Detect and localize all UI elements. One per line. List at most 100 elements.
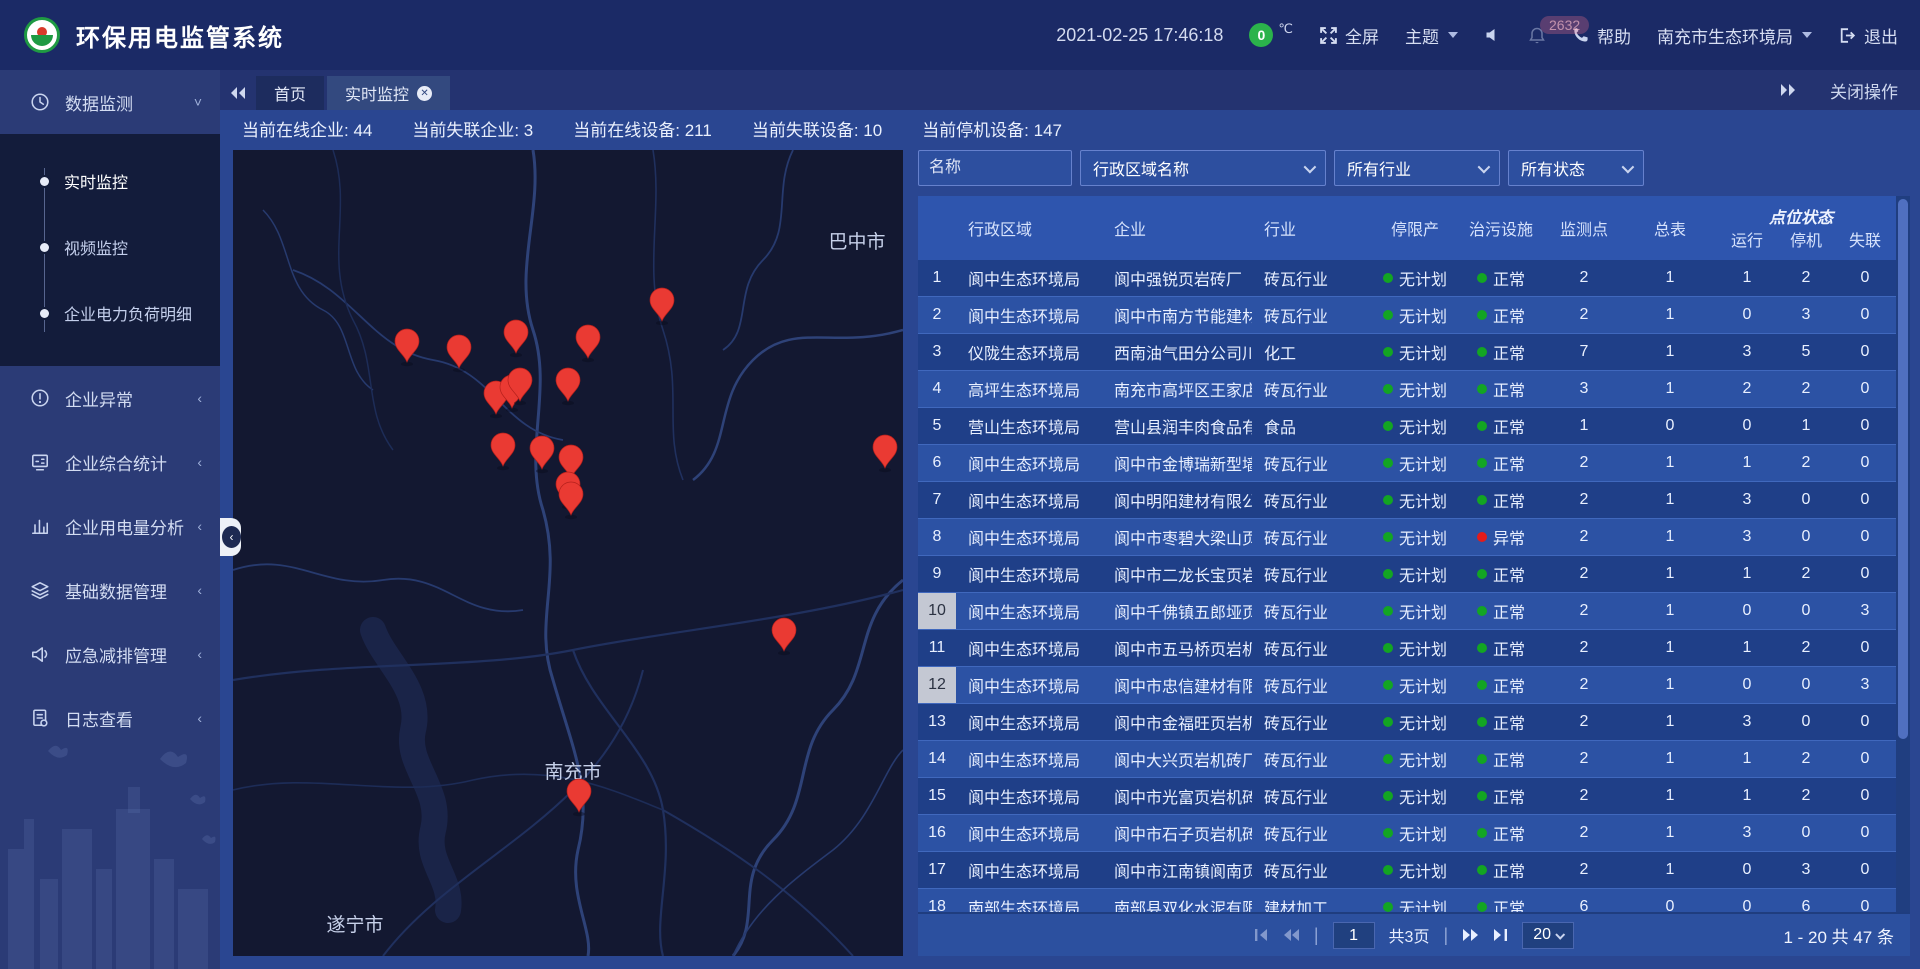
table-row[interactable]: 4高坪生态环境局南充市高坪区王家店建砖瓦行业无计划正常31220	[918, 371, 1896, 408]
sidebar-subitem[interactable]: 企业电力负荷明细	[0, 280, 220, 346]
map-pin-icon[interactable]	[395, 329, 419, 362]
cell-limit: 无计划	[1372, 630, 1458, 666]
map-pin-icon[interactable]	[504, 320, 528, 353]
table-row[interactable]: 8阆中生态环境局阆中市枣碧大梁山页岩砖瓦行业无计划异常21300	[918, 519, 1896, 556]
last-page-button[interactable]	[1493, 928, 1508, 942]
map-pin-icon[interactable]	[576, 325, 600, 358]
tabs-scroll-left-button[interactable]	[220, 76, 256, 110]
cell-limit: 无计划	[1372, 556, 1458, 592]
tab-close-icon[interactable]: ✕	[417, 86, 432, 101]
status-dot-icon	[1477, 828, 1487, 838]
cell-facility: 正常	[1458, 445, 1544, 481]
first-page-button[interactable]	[1254, 928, 1269, 942]
map-pin-icon[interactable]	[873, 435, 897, 468]
map-pin-icon[interactable]	[491, 433, 515, 466]
theme-menu[interactable]: 主题	[1405, 23, 1458, 48]
table-row[interactable]: 2阆中生态环境局阆中市南方节能建材有砖瓦行业无计划正常21030	[918, 297, 1896, 334]
chevron-left-icon: ‹	[197, 454, 202, 470]
cell-stop: 2	[1778, 630, 1834, 666]
status-dot-icon	[1477, 347, 1487, 357]
table-row[interactable]: 6阆中生态环境局阆中市金博瑞新型墙材砖瓦行业无计划正常21120	[918, 445, 1896, 482]
speaker-icon	[1484, 26, 1502, 44]
cell-facility: 正常	[1458, 297, 1544, 333]
sidebar-item-4[interactable]: 企业用电量分析‹	[0, 494, 220, 558]
stat-item: 当前失联设备: 10	[752, 116, 882, 141]
region-filter-select[interactable]: 行政区域名称	[1080, 150, 1326, 186]
cell-run: 0	[1716, 889, 1778, 912]
stat-item: 当前在线设备: 211	[573, 116, 712, 141]
next-page-button[interactable]	[1462, 928, 1479, 942]
table-row[interactable]: 3仪陇生态环境局西南油气田分公司川中化工无计划正常71350	[918, 334, 1896, 371]
cell-region: 阆中生态环境局	[956, 556, 1102, 592]
tab-2[interactable]: 实时监控✕	[327, 76, 450, 110]
page-number-input[interactable]: 1	[1333, 922, 1375, 949]
submenu-dot-icon	[40, 243, 49, 252]
chevron-left-icon: ‹	[197, 390, 202, 406]
cell-lost: 0	[1834, 519, 1896, 555]
map-pin-icon[interactable]	[559, 482, 583, 515]
table-row[interactable]: 13阆中生态环境局阆中市金福旺页岩机砖砖瓦行业无计划正常21300	[918, 704, 1896, 741]
table-row[interactable]: 10阆中生态环境局阆中千佛镇五郎垭页岩砖瓦行业无计划正常21003	[918, 593, 1896, 630]
sidebar-item-1[interactable]: 数据监测˅	[0, 70, 220, 134]
tabs-scroll-right-button[interactable]	[1770, 73, 1806, 107]
logout-button[interactable]: 退出	[1838, 23, 1898, 48]
table-row[interactable]: 17阆中生态环境局阆中市江南镇阆南页岩砖瓦行业无计划正常21030	[918, 852, 1896, 889]
status-dot-icon	[1477, 458, 1487, 468]
map-collapse-button[interactable]: ‹	[220, 518, 241, 556]
cell-meter: 1	[1624, 371, 1716, 407]
user-menu[interactable]: 南充市生态环境局	[1657, 23, 1812, 48]
table-row[interactable]: 14阆中生态环境局阆中大兴页岩机砖厂砖瓦行业无计划正常21120	[918, 741, 1896, 778]
table-row[interactable]: 1阆中生态环境局阆中强锐页岩砖厂砖瓦行业无计划正常21120	[918, 260, 1896, 297]
map-pin-icon[interactable]	[772, 618, 796, 651]
sidebar-subitem[interactable]: 实时监控	[0, 148, 220, 214]
map-pin-icon[interactable]	[530, 436, 554, 469]
page-size-select[interactable]: 20	[1522, 922, 1574, 949]
name-filter-input[interactable]	[918, 150, 1072, 186]
close-operations-button[interactable]: 关闭操作	[1830, 78, 1898, 103]
cell-company: 阆中千佛镇五郎垭页岩	[1102, 593, 1252, 629]
prev-page-button[interactable]	[1283, 928, 1300, 942]
table-row[interactable]: 7阆中生态环境局阆中明阳建材有限公司砖瓦行业无计划正常21300	[918, 482, 1896, 519]
map-pin-icon[interactable]	[650, 288, 674, 321]
map-pin-icon[interactable]	[556, 368, 580, 401]
status-filter-select[interactable]: 所有状态	[1508, 150, 1644, 186]
table-row[interactable]: 5营山生态环境局营山县润丰肉食品有限食品无计划正常10010	[918, 408, 1896, 445]
volume-button[interactable]	[1484, 26, 1502, 44]
cell-run: 0	[1716, 408, 1778, 444]
tab-1[interactable]: 首页	[256, 76, 324, 110]
map-pin-icon[interactable]	[447, 335, 471, 368]
cell-run: 0	[1716, 667, 1778, 703]
table-row[interactable]: 15阆中生态环境局阆中市光富页岩机砖厂砖瓦行业无计划正常21120	[918, 778, 1896, 815]
fullscreen-button[interactable]: 全屏	[1319, 23, 1379, 48]
table-row[interactable]: 11阆中生态环境局阆中市五马桥页岩机砖砖瓦行业无计划正常21120	[918, 630, 1896, 667]
cell-company: 阆中市江南镇阆南页岩	[1102, 852, 1252, 888]
cell-limit: 无计划	[1372, 667, 1458, 703]
cell-industry: 砖瓦行业	[1252, 445, 1372, 481]
table-row[interactable]: 18南部生态环境局南部县双化水泥有限公建材加工无计划正常60060	[918, 889, 1896, 912]
notifications-button[interactable]: 2632	[1528, 26, 1546, 45]
sidebar-item-label: 企业用电量分析	[65, 514, 184, 539]
sidebar-item-3[interactable]: 企业综合统计‹	[0, 430, 220, 494]
scrollbar-thumb[interactable]	[1898, 199, 1908, 739]
chevron-down-icon	[1802, 32, 1812, 38]
status-dot-icon	[1383, 828, 1393, 838]
cell-meter: 1	[1624, 297, 1716, 333]
sidebar-subitem[interactable]: 视频监控	[0, 214, 220, 280]
table-row[interactable]: 12阆中生态环境局阆中市忠信建材有限公砖瓦行业无计划正常21003	[918, 667, 1896, 704]
sidebar-item-5[interactable]: 基础数据管理‹	[0, 558, 220, 622]
sidebar-item-2[interactable]: 企业异常 ‹	[0, 366, 220, 430]
cell-facility: 正常	[1458, 889, 1544, 912]
cell-limit: 无计划	[1372, 704, 1458, 740]
sidebar-item-label: 企业异常	[65, 386, 133, 411]
pager-divider: |	[1443, 925, 1448, 946]
map-pin-icon[interactable]	[567, 779, 591, 812]
map[interactable]: 巴中市南充市遂宁市	[233, 150, 903, 956]
table-row[interactable]: 16阆中生态环境局阆中市石子页岩机砖厂砖瓦行业无计划正常21300	[918, 815, 1896, 852]
table-row[interactable]: 9阆中生态环境局阆中市二龙长宝页岩砖砖瓦行业无计划正常21120	[918, 556, 1896, 593]
cell-region: 阆中生态环境局	[956, 630, 1102, 666]
table-scrollbar[interactable]	[1896, 196, 1910, 912]
industry-filter-select[interactable]: 所有行业	[1334, 150, 1500, 186]
cell-limit: 无计划	[1372, 334, 1458, 370]
app-header: 环保用电监管系统 2021-02-25 17:46:18 0 ℃ 全屏 主题 2…	[0, 0, 1920, 70]
sidebar-item-6[interactable]: 应急减排管理‹	[0, 622, 220, 686]
